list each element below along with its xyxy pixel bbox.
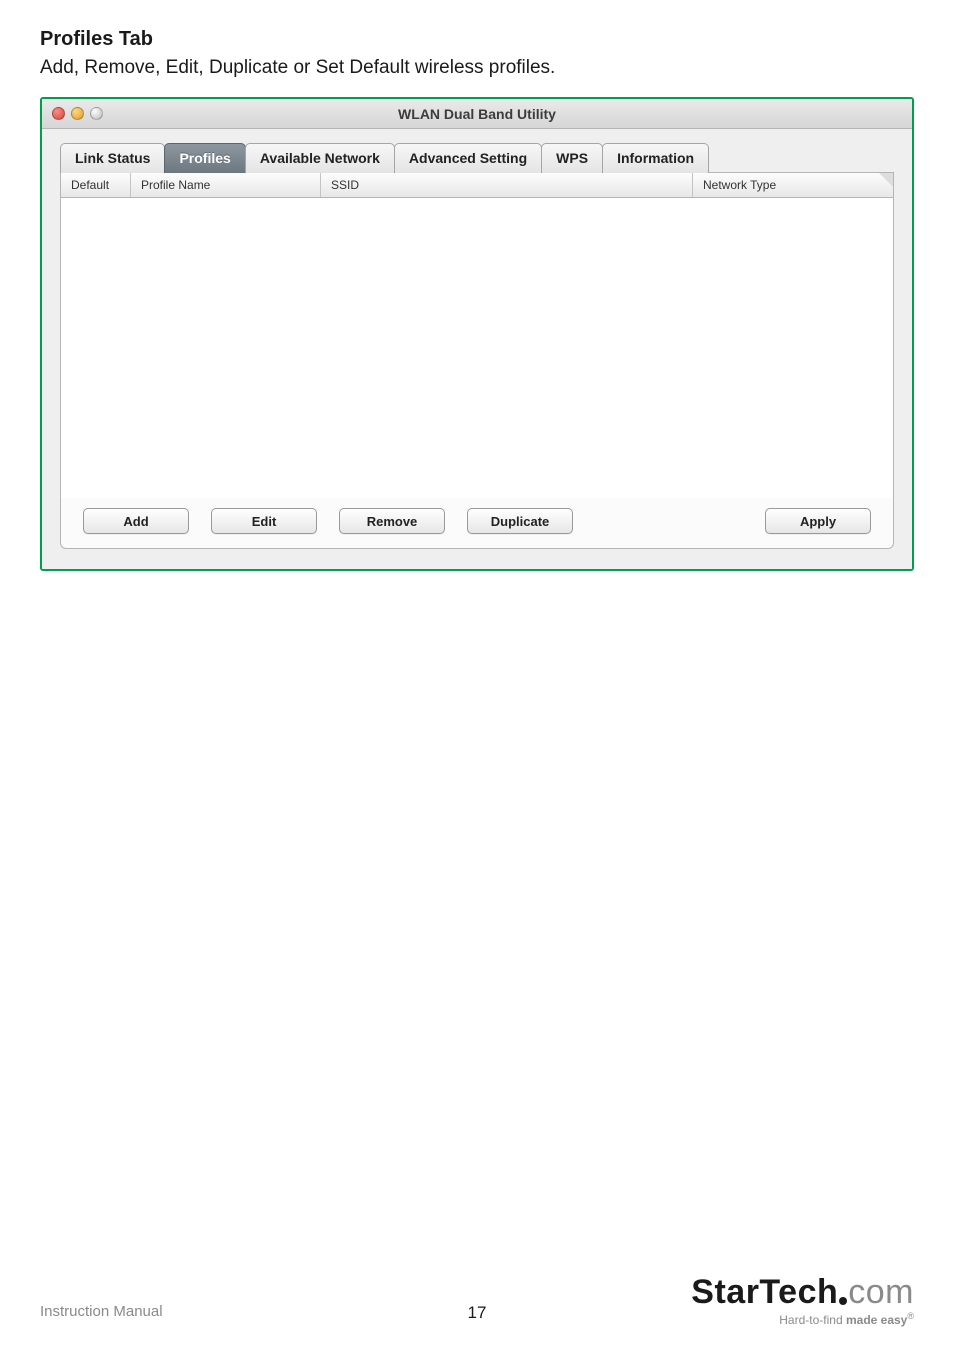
- button-row: Add Edit Remove Duplicate Apply: [61, 498, 893, 534]
- list-header: Default Profile Name SSID Network Type: [61, 173, 893, 198]
- column-default[interactable]: Default: [61, 173, 131, 197]
- tab-link-status[interactable]: Link Status: [60, 143, 165, 173]
- add-button[interactable]: Add: [83, 508, 189, 534]
- section-description: Add, Remove, Edit, Duplicate or Set Defa…: [40, 57, 914, 79]
- column-network-type[interactable]: Network Type: [693, 173, 893, 197]
- tagline-b: made easy: [846, 1313, 907, 1327]
- tab-advanced-setting[interactable]: Advanced Setting: [394, 143, 542, 173]
- page-number: 17: [468, 1303, 487, 1323]
- window-body: Link Status Profiles Available Network A…: [42, 129, 912, 569]
- button-row-left: Add Edit Remove Duplicate: [83, 508, 573, 534]
- edit-button[interactable]: Edit: [211, 508, 317, 534]
- apply-button[interactable]: Apply: [765, 508, 871, 534]
- dot-icon: [839, 1297, 847, 1305]
- tab-available-network[interactable]: Available Network: [245, 143, 395, 173]
- app-window: WLAN Dual Band Utility Link Status Profi…: [40, 97, 914, 571]
- brand-block: StarTech com Hard-to-find made easy®: [691, 1275, 914, 1327]
- duplicate-button[interactable]: Duplicate: [467, 508, 573, 534]
- registered-icon: ®: [907, 1311, 914, 1321]
- profiles-list[interactable]: [61, 198, 893, 498]
- brand-logo: StarTech com: [691, 1275, 914, 1309]
- column-ssid[interactable]: SSID: [321, 173, 693, 197]
- tab-panel-profiles: Default Profile Name SSID Network Type A…: [60, 172, 894, 549]
- brand-tagline: Hard-to-find made easy®: [691, 1311, 914, 1327]
- title-bar: WLAN Dual Band Utility: [42, 99, 912, 129]
- remove-button[interactable]: Remove: [339, 508, 445, 534]
- brand-com: com: [848, 1273, 914, 1311]
- section-title: Profiles Tab: [40, 28, 914, 51]
- tagline-a: Hard-to-find: [779, 1313, 846, 1327]
- brand-main: StarTech: [691, 1273, 838, 1311]
- column-network-type-label: Network Type: [703, 178, 776, 192]
- page-footer: Instruction Manual 17 StarTechcom Hard-t…: [40, 1303, 914, 1321]
- corner-notch-icon: [879, 173, 893, 187]
- column-profile-name[interactable]: Profile Name: [131, 173, 321, 197]
- tab-strip: Link Status Profiles Available Network A…: [60, 143, 894, 173]
- tab-information[interactable]: Information: [602, 143, 709, 173]
- tab-wps[interactable]: WPS: [541, 143, 603, 173]
- footer-label: Instruction Manual: [40, 1303, 163, 1320]
- tab-profiles[interactable]: Profiles: [164, 143, 245, 173]
- window-title: WLAN Dual Band Utility: [42, 106, 912, 122]
